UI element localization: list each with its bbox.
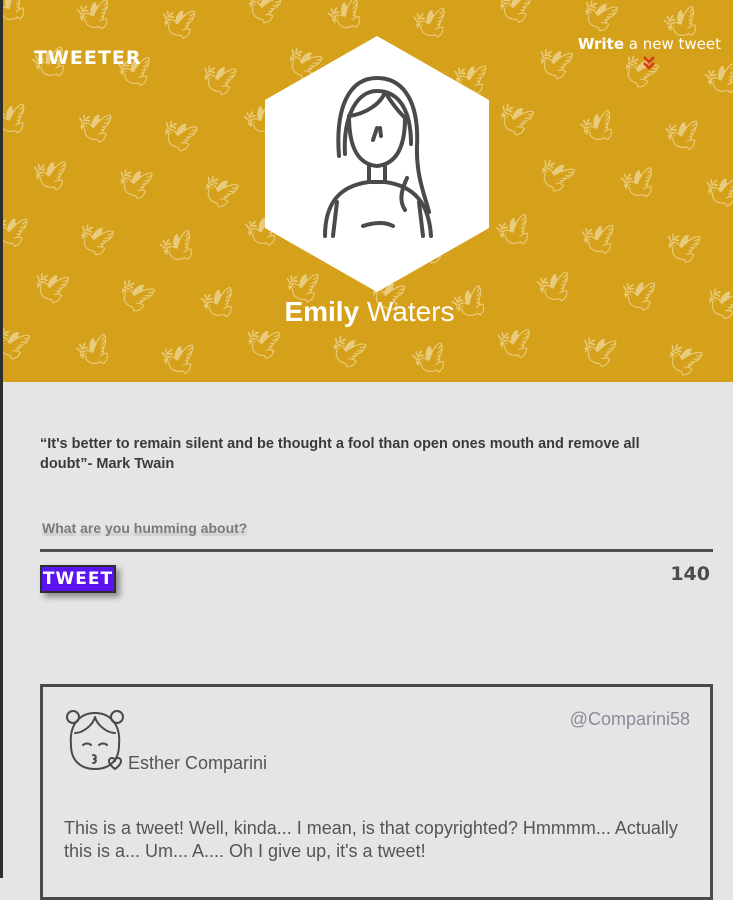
tweet-input[interactable] [40, 507, 713, 552]
write-link-rest: a new tweet [624, 35, 721, 53]
bird-pattern-icon: 🕊 [705, 176, 733, 209]
tweet-handle[interactable]: @Comparini58 [570, 709, 690, 730]
profile-header: 🕊 🕊 🕊 🕊 🕊 🕊 🕊 🕊 🕊 🕊 🕊 🕊 🕊 🕊 🕊 🕊 🕊 🕊 🕊 🕊 🕊 🕊 🕊 🕊 🕊 🕊 🕊 🕊 🕊 🕊 🕊 🕊 🕊 🕊 🕊 🕊 🕊 🕊 🕊 🕊… [3, 0, 733, 382]
profile-first-name: Emily [284, 296, 360, 327]
tweet-author-name[interactable]: Esther Comparini [128, 753, 267, 774]
bird-pattern-icon: 🕊 [324, 331, 370, 374]
tweet-button[interactable]: TWEET [40, 565, 116, 593]
bird-pattern-icon: 🕊 [408, 339, 453, 382]
bird-pattern-icon: 🕊 [241, 0, 285, 29]
bird-pattern-icon: 🕊 [576, 106, 621, 151]
bird-pattern-icon: 🕊 [493, 99, 537, 142]
bird-pattern-icon: 🕊 [3, 215, 30, 250]
bird-pattern-icon: 🕊 [3, 323, 33, 366]
bird-pattern-icon: 🕊 [114, 165, 155, 204]
profile-last-name: Waters [366, 296, 455, 327]
profile-avatar [265, 36, 489, 292]
tweet-text: This is a tweet! Well, kinda... I mean, … [64, 818, 678, 861]
tweet-card: @Comparini58 Esther Comparini This is a … [40, 684, 713, 900]
bird-pattern-icon: 🕊 [496, 0, 534, 26]
bird-pattern-icon: 🕊 [243, 326, 283, 363]
write-new-tweet-link[interactable]: Write a new tweet [578, 35, 721, 71]
bird-pattern-icon: 🕊 [159, 341, 199, 380]
bird-pattern-icon: 🕊 [495, 326, 534, 363]
bird-pattern-icon: 🕊 [534, 45, 576, 84]
bird-pattern-icon: 🕊 [3, 0, 34, 32]
girl-kiss-avatar-icon [66, 710, 124, 770]
bird-pattern-icon: 🕊 [73, 219, 117, 262]
bird-pattern-icon: 🕊 [663, 229, 703, 268]
brand-logo[interactable]: TWEETER [34, 47, 141, 69]
bird-pattern-icon: 🕊 [76, 111, 114, 146]
bird-pattern-icon: 🕊 [323, 0, 370, 39]
bird-pattern-icon: 🕊 [31, 158, 70, 195]
bird-pattern-icon: 🕊 [579, 222, 619, 259]
bird-pattern-icon: 🕊 [492, 211, 537, 254]
bird-pattern-icon: 🕊 [532, 154, 578, 199]
bird-pattern-icon: 🕊 [663, 117, 703, 156]
bird-pattern-icon: 🕊 [72, 330, 117, 375]
bird-pattern-icon: 🕊 [196, 170, 242, 215]
bird-pattern-icon: 🕊 [3, 100, 32, 141]
bird-pattern-icon: 🕊 [617, 164, 660, 205]
double-chevron-down-icon[interactable] [641, 55, 657, 71]
bird-pattern-icon: 🕊 [198, 61, 239, 100]
bird-pattern-icon: 🕊 [160, 7, 197, 42]
bird-pattern-icon: 🕊 [660, 338, 706, 382]
profile-name: Emily Waters [3, 296, 733, 328]
bird-pattern-icon: 🕊 [73, 0, 116, 37]
write-link-bold: Write [577, 35, 624, 53]
bird-pattern-icon: 🕊 [156, 226, 202, 271]
profile-quote: “It's better to remain silent and be tho… [40, 436, 640, 472]
bird-pattern-icon: 🕊 [578, 333, 619, 372]
bird-pattern-icon: 🕊 [157, 115, 201, 158]
bird-pattern-icon: 🕊 [577, 0, 621, 38]
character-counter: 140 [670, 563, 710, 585]
